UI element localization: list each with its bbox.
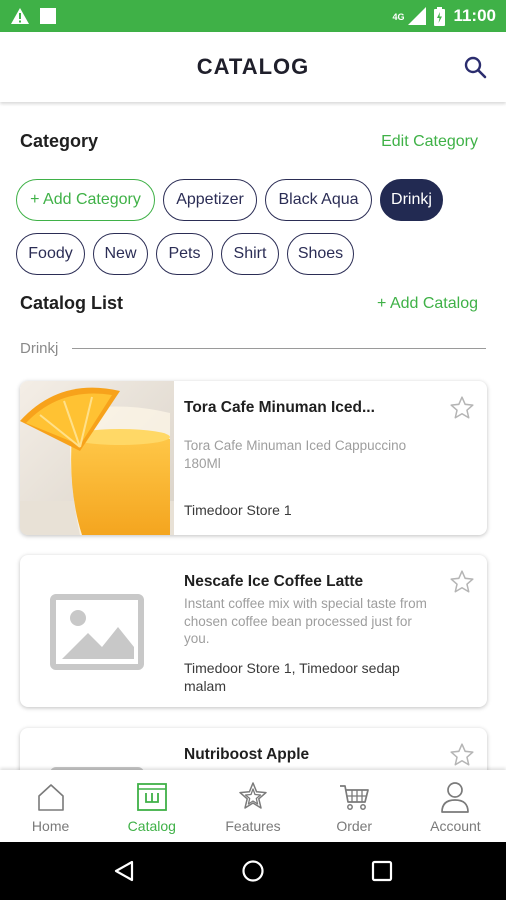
signal-icon [408,7,427,25]
catalog-list-header: Catalog List + Add Catalog [20,293,478,314]
category-chips-row-2: Foody New Pets Shirt Shoes [16,233,490,275]
star-icon [450,396,474,419]
back-triangle-icon [115,860,134,882]
page-title: CATALOG [196,54,310,79]
clock: 11:00 [453,6,496,25]
nav-item-features[interactable]: Features [202,770,303,842]
nav-label-account: Account [430,818,481,834]
category-chip-drinkj[interactable]: Drinkj [380,179,443,221]
search-icon [464,56,487,79]
category-chip-foody[interactable]: Foody [16,233,85,275]
image-placeholder-icon [50,767,144,770]
nav-label-order: Order [336,818,373,834]
product-photo [20,555,174,707]
image-placeholder-icon [50,594,144,670]
product-store: Timedoor Store 1 [184,502,292,518]
product-description: Instant coffee mix with special taste fr… [184,596,427,646]
add-catalog-link[interactable]: + Add Catalog [377,295,478,313]
category-chip-new[interactable]: New [93,233,148,275]
warning-icon [11,8,29,24]
features-icon [236,780,270,814]
divider-line [72,348,486,349]
system-navigation-bar [0,842,506,900]
product-photo [20,728,174,770]
recents-square-icon [371,860,392,882]
bottom-navigation: Home Catalog Features Order Account [0,770,506,842]
nav-label-catalog: Catalog [127,818,176,834]
product-name: Tora Cafe Minuman Iced... [184,399,375,416]
catalog-list-title: Catalog List [20,293,124,313]
notification-square-icon [40,8,56,24]
recents-button[interactable] [367,856,397,886]
back-button[interactable] [109,856,139,886]
product-description: Tora Cafe Minuman Iced Cappuccino 180Ml [184,438,407,471]
home-circle-icon [242,860,264,882]
category-filter-divider: Drinkj [20,340,486,357]
nav-label-home: Home [31,818,70,834]
category-chip-shoes[interactable]: Shoes [287,233,354,275]
star-icon [450,743,474,766]
category-title: Category [20,131,99,151]
card-body: Nescafe Ice Coffee Latte Instant coffee … [184,555,439,707]
category-chip-pets[interactable]: Pets [156,233,213,275]
category-chip-shirt[interactable]: Shirt [221,233,279,275]
status-system: 4G 11:00 [392,6,496,26]
add-category-chip[interactable]: + Add Category [16,179,155,221]
catalog-card[interactable]: Nutriboost Apple [20,728,487,770]
product-store: Timedoor Store 1, Timedoor sedap malam [184,660,400,694]
app-bar: CATALOG [0,32,506,102]
nav-item-home[interactable]: Home [0,770,101,842]
home-icon [34,780,68,814]
favorite-button[interactable] [449,395,475,421]
orange-juice-photo [20,381,174,535]
catalog-icon [135,780,169,814]
nav-item-account[interactable]: Account [405,770,506,842]
catalog-card[interactable]: Tora Cafe Minuman Iced... Tora Cafe Minu… [20,381,487,535]
favorite-button[interactable] [449,742,475,768]
star-icon [450,570,474,593]
cart-icon [337,780,371,814]
product-photo [20,381,174,535]
category-header: Category Edit Category [20,131,478,152]
catalog-card[interactable]: Nescafe Ice Coffee Latte Instant coffee … [20,555,487,707]
search-button[interactable] [460,52,490,82]
battery-icon [434,6,446,26]
category-chips-row-1: + Add Category Appetizer Black Aqua Drin… [16,179,490,221]
account-icon [438,780,472,814]
product-name: Nescafe Ice Coffee Latte [184,573,364,590]
home-system-button[interactable] [238,856,268,886]
status-notifications [10,7,56,25]
status-bar: 4G 11:00 [0,0,506,32]
edit-category-link[interactable]: Edit Category [381,133,478,151]
favorite-button[interactable] [449,569,475,595]
card-body: Nutriboost Apple [184,728,439,770]
category-chip-black-aqua[interactable]: Black Aqua [265,179,372,221]
nav-item-catalog[interactable]: Catalog [101,770,202,842]
product-name: Nutriboost Apple [184,746,310,763]
catalog-list[interactable]: Tora Cafe Minuman Iced... Tora Cafe Minu… [0,370,506,770]
category-chip-appetizer[interactable]: Appetizer [163,179,257,221]
nav-label-features: Features [225,818,281,834]
filter-label: Drinkj [20,340,59,357]
card-body: Tora Cafe Minuman Iced... Tora Cafe Minu… [184,381,439,535]
nav-item-order[interactable]: Order [304,770,405,842]
network-type: 4G [392,12,405,22]
